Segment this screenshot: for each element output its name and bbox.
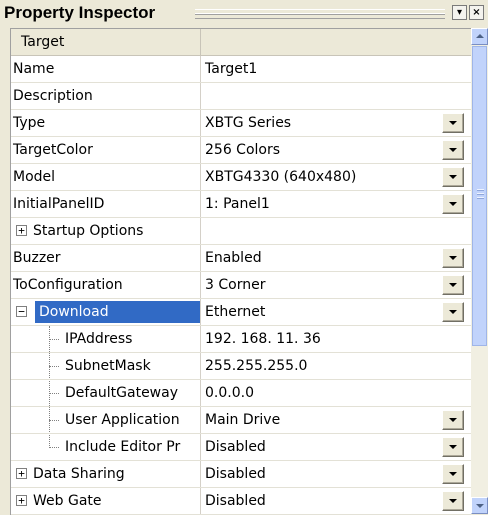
property-label: Type (13, 115, 46, 131)
expand-icon[interactable]: + (16, 225, 27, 236)
property-value-name[interactable]: Target1 (201, 56, 471, 82)
property-row-ip-address[interactable]: IPAddress 192. 168. 11. 36 (11, 326, 471, 353)
property-label: IPAddress (65, 331, 133, 347)
data-sharing-dropdown-button[interactable] (442, 464, 464, 484)
property-row-name[interactable]: Name Target1 (11, 56, 471, 83)
property-value-target-color[interactable]: 256 Colors (205, 142, 280, 158)
panel-title: Property Inspector (4, 3, 160, 23)
property-row-model[interactable]: Model XBTG4330 (640x480) (11, 164, 471, 191)
target-color-dropdown-button[interactable] (442, 140, 464, 160)
chevron-up-icon (476, 34, 484, 38)
property-row-startup-options[interactable]: + Startup Options (11, 218, 471, 245)
property-label: Data Sharing (33, 466, 125, 482)
property-label: Name (13, 61, 55, 77)
property-label: Include Editor Pr (65, 439, 181, 455)
property-value-default-gateway[interactable]: 0.0.0.0 (201, 380, 471, 406)
title-bar: Property Inspector ▾ × (0, 0, 488, 28)
property-row-web-gate[interactable]: + Web Gate Disabled (11, 488, 471, 515)
property-row-type[interactable]: Type XBTG Series (11, 110, 471, 137)
property-label: ToConfiguration (13, 277, 123, 293)
property-row-buzzer[interactable]: Buzzer Enabled (11, 245, 471, 272)
property-label: Model (13, 169, 56, 185)
property-grid: Target Name Target1 Description Type XBT… (10, 28, 471, 515)
property-row-user-application[interactable]: User Application Main Drive (11, 407, 471, 434)
property-value-subnet-mask[interactable]: 255.255.255.0 (201, 353, 471, 379)
property-label: User Application (65, 412, 180, 428)
category-label: Target (21, 34, 65, 50)
expand-icon[interactable]: + (16, 495, 27, 506)
property-label: Download (39, 304, 109, 320)
buzzer-dropdown-button[interactable] (442, 248, 464, 268)
property-value-type[interactable]: XBTG Series (205, 115, 291, 131)
property-value-initial-panel[interactable]: 1: Panel1 (205, 196, 270, 212)
expand-icon[interactable]: + (16, 468, 27, 479)
model-dropdown-button[interactable] (442, 167, 464, 187)
property-row-data-sharing[interactable]: + Data Sharing Disabled (11, 461, 471, 488)
include-editor-dropdown-button[interactable] (442, 437, 464, 457)
property-value-model[interactable]: XBTG4330 (640x480) (205, 169, 356, 185)
property-row-default-gateway[interactable]: DefaultGateway 0.0.0.0 (11, 380, 471, 407)
property-value-web-gate[interactable]: Disabled (205, 493, 266, 509)
property-label: Buzzer (13, 250, 61, 266)
property-label: TargetColor (13, 142, 93, 158)
property-row-subnet-mask[interactable]: SubnetMask 255.255.255.0 (11, 353, 471, 380)
property-row-target-color[interactable]: TargetColor 256 Colors (11, 137, 471, 164)
property-label: Startup Options (33, 223, 144, 239)
property-value-include-editor[interactable]: Disabled (205, 439, 266, 455)
vertical-scrollbar[interactable] (471, 28, 488, 514)
property-label: DefaultGateway (65, 385, 178, 401)
property-label: Description (13, 88, 93, 104)
property-value-ip-address[interactable]: 192. 168. 11. 36 (201, 326, 471, 352)
close-icon[interactable]: × (469, 5, 484, 20)
type-dropdown-button[interactable] (442, 113, 464, 133)
property-value-user-application[interactable]: Main Drive (205, 412, 280, 428)
property-value-download[interactable]: Ethernet (205, 304, 265, 320)
title-grip[interactable] (195, 9, 445, 19)
scroll-up-button[interactable] (471, 28, 488, 45)
to-configuration-dropdown-button[interactable] (442, 275, 464, 295)
user-application-dropdown-button[interactable] (442, 410, 464, 430)
pin-icon[interactable]: ▾ (452, 5, 467, 20)
scroll-down-button[interactable] (471, 497, 488, 514)
property-label: Web Gate (33, 493, 102, 509)
property-row-initial-panel[interactable]: InitialPanelID 1: Panel1 (11, 191, 471, 218)
property-value-startup-options (201, 218, 471, 244)
property-row-include-editor[interactable]: Include Editor Pr Disabled (11, 434, 471, 461)
property-row-download[interactable]: − Download Ethernet (11, 299, 471, 326)
chevron-down-icon (476, 504, 484, 508)
initial-panel-dropdown-button[interactable] (442, 194, 464, 214)
scroll-thumb[interactable] (472, 46, 487, 346)
property-row-description[interactable]: Description (11, 83, 471, 110)
category-header-target: Target (11, 29, 471, 56)
property-value-to-configuration[interactable]: 3 Corner (205, 277, 265, 293)
web-gate-dropdown-button[interactable] (442, 491, 464, 511)
property-value-description[interactable] (201, 83, 471, 109)
property-row-to-configuration[interactable]: ToConfiguration 3 Corner (11, 272, 471, 299)
collapse-icon[interactable]: − (16, 306, 27, 317)
property-value-data-sharing[interactable]: Disabled (205, 466, 266, 482)
property-label: InitialPanelID (13, 196, 105, 212)
download-dropdown-button[interactable] (442, 302, 464, 322)
property-label: SubnetMask (65, 358, 151, 374)
property-value-buzzer[interactable]: Enabled (205, 250, 262, 266)
